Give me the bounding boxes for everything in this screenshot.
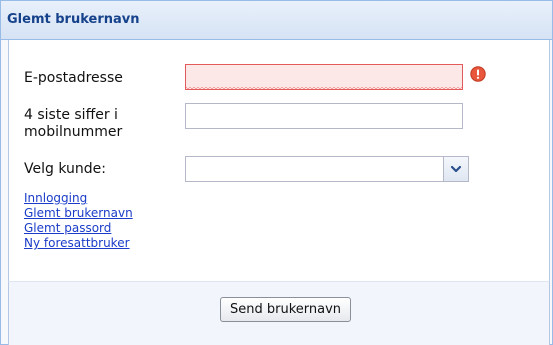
email-label: E-postadresse <box>24 70 123 86</box>
phone-label-line1: 4 siste siffer i <box>24 107 118 123</box>
navigation-links: Innlogging Glemt brukernavn Glemt passor… <box>24 191 133 251</box>
phone-digits-input[interactable] <box>185 103 463 129</box>
customer-label: Velg kunde: <box>24 161 106 177</box>
new-parent-user-link[interactable]: Ny foresattbruker <box>24 236 133 251</box>
chevron-down-icon <box>450 165 462 173</box>
email-input[interactable] <box>185 64 463 90</box>
forgot-password-link[interactable]: Glemt passord <box>24 221 133 236</box>
forgot-username-link[interactable]: Glemt brukernavn <box>24 206 133 221</box>
panel-title: Glemt brukernavn <box>7 12 140 27</box>
error-icon <box>470 66 486 82</box>
login-link[interactable]: Innlogging <box>24 191 133 206</box>
phone-label-line2: mobilnummer <box>24 124 123 140</box>
panel-header: Glemt brukernavn <box>1 1 552 40</box>
customer-select[interactable] <box>185 156 469 182</box>
send-username-button[interactable]: Send brukernavn <box>220 297 351 322</box>
customer-select-trigger[interactable] <box>443 157 468 181</box>
